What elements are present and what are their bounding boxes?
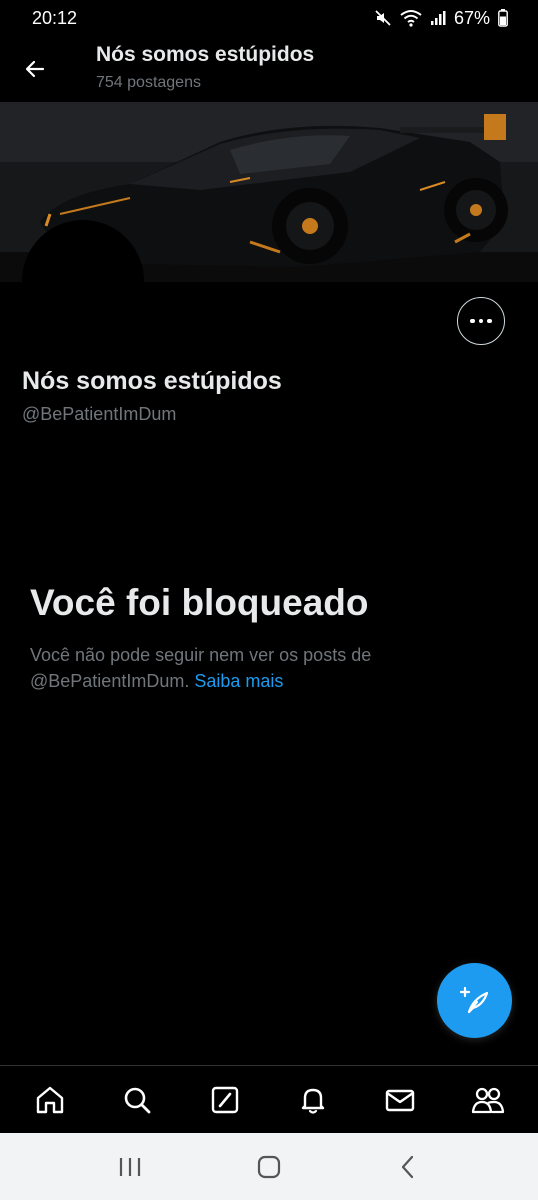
mute-icon [375,10,391,26]
nav-grok[interactable] [195,1070,255,1130]
battery-percent: 67% [453,7,490,28]
avatar[interactable] [22,220,144,342]
search-icon [125,1087,151,1113]
profile-header: Nós somos estúpidos 754 postagens [0,36,538,102]
nav-home[interactable] [20,1070,80,1130]
header-title: Nós somos estúpidos [96,43,315,66]
header-text: Nós somos estúpidos 754 postagens [96,43,314,92]
back-system-button[interactable] [378,1142,438,1192]
nav-search[interactable] [107,1070,167,1130]
compose-button[interactable] [437,963,512,1038]
grok-icon [211,1086,239,1113]
home-icon [36,1086,64,1113]
messages-icon [386,1089,415,1111]
more-options-button[interactable] [457,297,505,345]
back-chevron-icon [402,1155,414,1178]
system-navigation [0,1133,538,1200]
learn-more-link[interactable]: Saiba mais [194,671,283,691]
signal-icon [430,11,446,25]
compose-post-icon [459,986,488,1013]
bottom-nav [0,1065,538,1133]
recent-apps-button[interactable] [100,1142,160,1192]
recent-apps-icon [119,1157,140,1176]
blocked-title: Você foi bloqueado [30,582,369,623]
profile-handle: @BePatientImDum [22,404,177,424]
nav-communities[interactable] [458,1070,518,1130]
status-bar: 20:12 67% [0,0,538,36]
nav-notifications[interactable] [283,1070,343,1130]
profile-name: Nós somos estúpidos [22,367,282,395]
home-circle-icon [257,1155,281,1178]
post-count: 754 postagens [96,74,201,91]
home-system-button[interactable] [239,1142,299,1192]
blocked-description: Você não pode seguir nem ver os posts de… [30,642,470,694]
communities-icon [471,1087,505,1113]
nav-messages[interactable] [370,1070,430,1130]
wifi-icon [400,10,422,27]
battery-icon [498,9,508,27]
notifications-icon [301,1088,324,1114]
status-time: 20:12 [32,7,78,28]
status-icons: 67% [374,8,508,29]
arrow-left-icon [25,60,45,78]
back-button[interactable] [20,54,50,84]
more-horizontal-icon [470,318,475,324]
